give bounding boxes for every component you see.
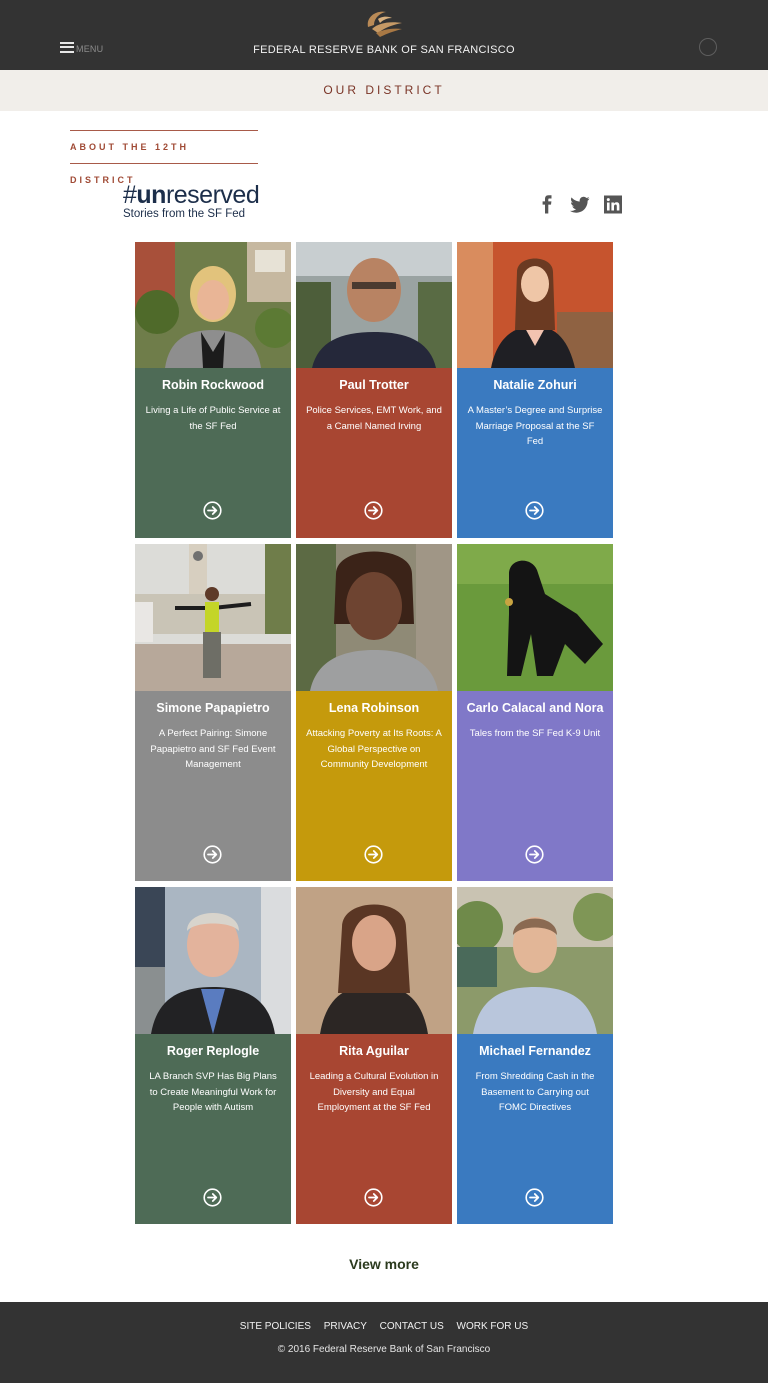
story-description: A Perfect Pairing: Simone Papapietro and…: [150, 728, 276, 770]
story-photo: [296, 544, 452, 691]
footer-links: SITE POLICIES PRIVACY CONTACT US WORK FO…: [0, 1321, 768, 1332]
brand-subtitle: Stories from the SF Fed: [123, 208, 246, 220]
story-photo: [296, 242, 452, 368]
story-description: Leading a Cultural Evolution in Diversit…: [309, 1071, 439, 1113]
story-card-robin-rockwood[interactable]: Robin Rockwood Living a Life of Public S…: [135, 242, 291, 538]
story-card-carlo-calacal-and-nora[interactable]: Carlo Calacal and Nora Tales from the SF…: [457, 544, 613, 881]
footer-link-site-policies[interactable]: SITE POLICIES: [240, 1321, 311, 1332]
fed-eagle-logo-icon[interactable]: [362, 9, 406, 39]
story-photo: [135, 242, 291, 368]
story-card-paul-trotter[interactable]: Paul Trotter Police Services, EMT Work, …: [296, 242, 452, 538]
arrow-circle-right-icon[interactable]: [525, 1188, 544, 1207]
story-description: From Shredding Cash in the Basement to C…: [475, 1071, 595, 1113]
story-name: Robin Rockwood: [161, 378, 265, 392]
story-description: Living a Life of Public Service at the S…: [145, 405, 281, 432]
arrow-circle-right-icon[interactable]: [364, 501, 383, 520]
arrow-circle-right-icon[interactable]: [364, 845, 383, 864]
story-card-simone-papapietro[interactable]: Simone Papapietro A Perfect Pairing: Sim…: [135, 544, 291, 881]
story-grid: Robin Rockwood Living a Life of Public S…: [135, 242, 613, 1224]
view-more-link[interactable]: View more: [0, 1256, 768, 1272]
story-photo: [457, 242, 613, 368]
story-card-natalie-zohuri[interactable]: Natalie Zohuri A Master’s Degree and Sur…: [457, 242, 613, 538]
story-card-rita-aguilar[interactable]: Rita Aguilar Leading a Cultural Evolutio…: [296, 887, 452, 1224]
section-label: ABOUT THE 12TH DISTRICT: [70, 130, 258, 185]
district-bar: OUR DISTRICT: [0, 70, 768, 111]
story-name: Rita Aguilar: [339, 1044, 409, 1058]
story-photo: [457, 544, 613, 691]
story-body: Natalie Zohuri A Master’s Degree and Sur…: [457, 368, 613, 538]
story-description: A Master’s Degree and Surprise Marriage …: [467, 405, 603, 447]
linkedin-icon[interactable]: [604, 195, 622, 214]
copyright: © 2016 Federal Reserve Bank of San Franc…: [277, 1344, 491, 1355]
site-title[interactable]: FEDERAL RESERVE BANK OF SAN FRANCISCO: [0, 44, 768, 56]
site-footer: SITE POLICIES PRIVACY CONTACT US WORK FO…: [0, 1302, 768, 1383]
footer-link-privacy[interactable]: PRIVACY: [324, 1321, 367, 1332]
story-body: Carlo Calacal and Nora Tales from the SF…: [457, 691, 613, 881]
arrow-circle-right-icon[interactable]: [364, 1188, 383, 1207]
facebook-icon[interactable]: [541, 195, 553, 214]
story-body: Lena Robinson Attacking Poverty at Its R…: [296, 691, 452, 881]
story-name: Carlo Calacal and Nora: [466, 701, 604, 715]
story-name: Paul Trotter: [339, 378, 409, 392]
story-body: Michael Fernandez From Shredding Cash in…: [457, 1034, 613, 1224]
story-description: Police Services, EMT Work, and a Camel N…: [306, 405, 442, 432]
unreserved-brand: #unreserved Stories from the SF Fed: [123, 181, 260, 220]
story-card-roger-replogle[interactable]: Roger Replogle LA Branch SVP Has Big Pla…: [135, 887, 291, 1224]
story-description: LA Branch SVP Has Big Plans to Create Me…: [149, 1071, 277, 1113]
site-header: MENU FEDERAL RESERVE BANK OF SAN FRANCIS…: [0, 0, 768, 70]
story-name: Roger Replogle: [166, 1044, 260, 1058]
footer-link-work-for-us[interactable]: WORK FOR US: [457, 1321, 529, 1332]
story-name: Natalie Zohuri: [493, 378, 577, 392]
district-title[interactable]: OUR DISTRICT: [323, 70, 444, 111]
story-name: Michael Fernandez: [479, 1044, 591, 1058]
story-photo: [457, 887, 613, 1034]
twitter-icon[interactable]: [570, 195, 590, 214]
story-body: Paul Trotter Police Services, EMT Work, …: [296, 368, 452, 538]
brand-hashtag: #unreserved: [123, 181, 260, 209]
arrow-circle-right-icon[interactable]: [203, 501, 222, 520]
search-icon[interactable]: [699, 38, 717, 56]
story-card-lena-robinson[interactable]: Lena Robinson Attacking Poverty at Its R…: [296, 544, 452, 881]
arrow-circle-right-icon[interactable]: [203, 1188, 222, 1207]
story-name: Lena Robinson: [328, 701, 420, 715]
story-description: Tales from the SF Fed K-9 Unit: [469, 728, 601, 739]
story-body: Robin Rockwood Living a Life of Public S…: [135, 368, 291, 538]
story-description: Attacking Poverty at Its Roots: A Global…: [306, 728, 442, 770]
arrow-circle-right-icon[interactable]: [525, 501, 544, 520]
story-body: Roger Replogle LA Branch SVP Has Big Pla…: [135, 1034, 291, 1224]
story-body: Simone Papapietro A Perfect Pairing: Sim…: [135, 691, 291, 881]
footer-link-contact-us[interactable]: CONTACT US: [380, 1321, 444, 1332]
story-name: Simone Papapietro: [156, 701, 270, 715]
story-body: Rita Aguilar Leading a Cultural Evolutio…: [296, 1034, 452, 1224]
arrow-circle-right-icon[interactable]: [525, 845, 544, 864]
story-photo: [296, 887, 452, 1034]
arrow-circle-right-icon[interactable]: [203, 845, 222, 864]
story-card-michael-fernandez[interactable]: Michael Fernandez From Shredding Cash in…: [457, 887, 613, 1224]
story-photo: [135, 544, 291, 691]
story-photo: [135, 887, 291, 1034]
